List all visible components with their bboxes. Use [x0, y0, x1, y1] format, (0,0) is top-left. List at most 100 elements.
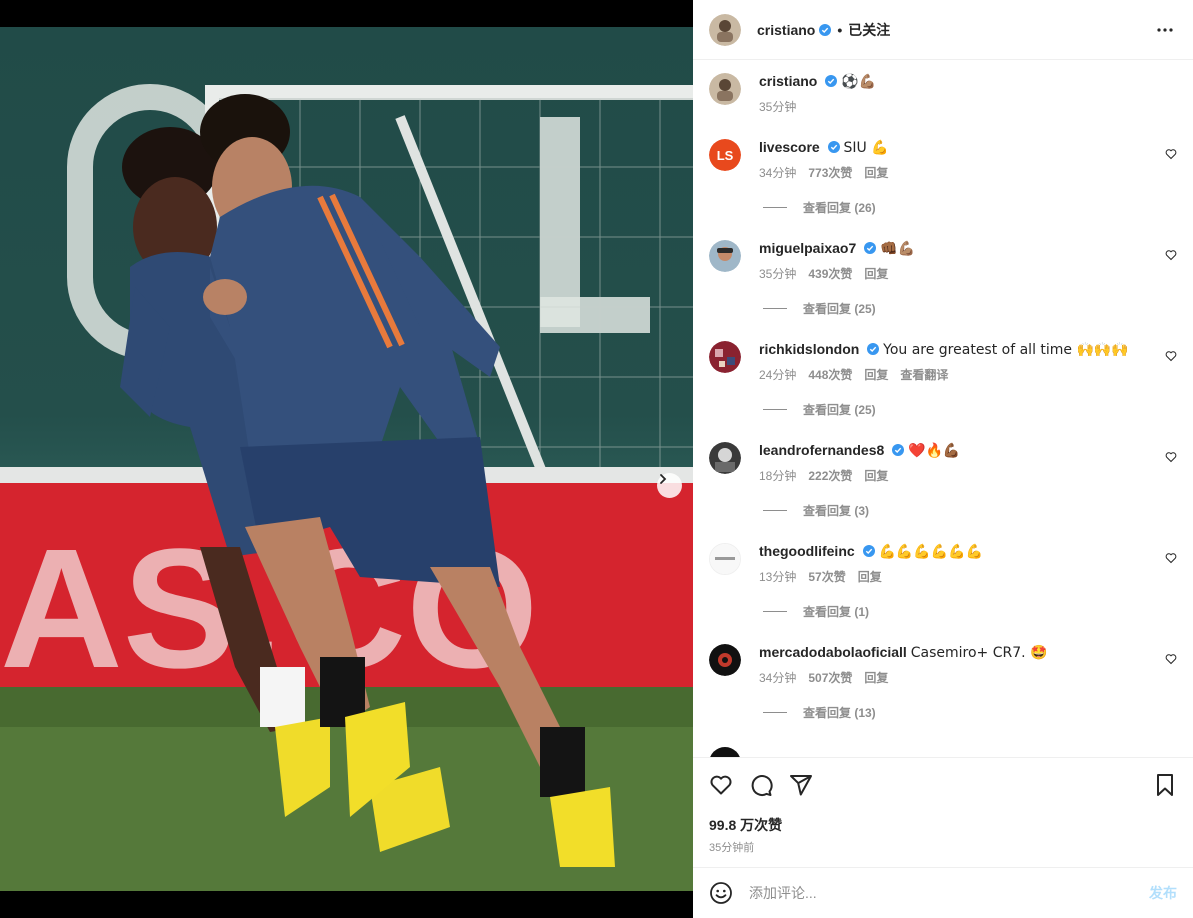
- verified-badge-icon: [825, 75, 838, 87]
- comment-text: 💪💪💪💪💪💪: [878, 544, 984, 560]
- comment-username[interactable]: mercadodabolaoficiall: [759, 644, 907, 660]
- comment-like-heart-icon[interactable]: [1165, 249, 1177, 261]
- comment-item: LS livescore SIU 💪 34分钟 773次赞 回复 查看回复 (2…: [709, 139, 1177, 215]
- comment-avatar[interactable]: [709, 442, 741, 474]
- comment-username[interactable]: richkidslondon: [759, 341, 859, 357]
- comment-avatar[interactable]: [709, 644, 741, 676]
- author-username[interactable]: cristiano: [757, 22, 815, 38]
- caption-time: 35分钟: [759, 100, 797, 114]
- comment-username[interactable]: leandrofernandes8: [759, 442, 884, 458]
- comment-composer: 发布: [693, 867, 1193, 918]
- comment-likes[interactable]: 773次赞: [808, 164, 852, 181]
- caption-avatar[interactable]: [709, 73, 741, 105]
- comments-list[interactable]: cristiano ⚽💪🏽 35分钟 LS livescore SIU 💪 34…: [693, 61, 1193, 757]
- comment-likes[interactable]: 507次赞: [808, 669, 852, 686]
- post-caption: cristiano ⚽💪🏽 35分钟: [709, 73, 876, 115]
- post-actions: 99.8 万次赞 35分钟前: [693, 757, 1193, 867]
- comment-avatar[interactable]: LS: [709, 139, 741, 171]
- post-photo[interactable]: AS.CO: [0, 27, 693, 891]
- comment-text: 👊🏾💪🏽: [880, 241, 915, 257]
- comment-time: 34分钟: [759, 166, 797, 180]
- verified-badge-icon: [867, 343, 880, 355]
- reply-button[interactable]: 回复: [864, 164, 888, 181]
- svg-text:LS: LS: [717, 148, 734, 163]
- next-image-button[interactable]: [657, 473, 682, 498]
- verified-badge-icon: [864, 242, 877, 254]
- user-avatar-image: [709, 341, 741, 373]
- comment-like-heart-icon[interactable]: [1165, 350, 1177, 362]
- comment-time: 35分钟: [759, 267, 797, 281]
- view-replies-button[interactable]: 查看回复 (1): [763, 603, 869, 620]
- verified-badge-icon: [862, 545, 875, 557]
- comment-text: SIU 💪: [843, 140, 889, 156]
- user-avatar-image: [709, 644, 741, 676]
- bookmark-icon[interactable]: [1153, 773, 1177, 797]
- comment-like-heart-icon[interactable]: [1165, 552, 1177, 564]
- post-comment-button[interactable]: 发布: [1149, 883, 1177, 903]
- comment-item: miguelpaixao7 👊🏾💪🏽 35分钟 439次赞 回复 查看回复 (2…: [709, 240, 1177, 316]
- view-replies-button[interactable]: 查看回复 (13): [763, 704, 876, 721]
- comment-username[interactable]: miguelpaixao7: [759, 240, 856, 256]
- comment-text: You are greatest of all time 🙌🙌🙌: [883, 342, 1129, 358]
- user-avatar-image: [709, 442, 741, 474]
- comment-likes[interactable]: 222次赞: [808, 467, 852, 484]
- user-avatar-image: [709, 240, 741, 272]
- post-header: cristiano • 已关注: [693, 0, 1193, 60]
- comment-like-heart-icon[interactable]: [1165, 148, 1177, 160]
- translate-button[interactable]: 查看翻译: [900, 366, 948, 383]
- smiley-icon[interactable]: [709, 881, 733, 905]
- comment-likes[interactable]: 448次赞: [808, 366, 852, 383]
- livescore-logo-icon: LS: [709, 139, 741, 171]
- comment-avatar[interactable]: [709, 240, 741, 272]
- comment-item: leandrofernandes8 ❤️🔥💪🏾 18分钟 222次赞 回复 查看…: [709, 442, 1177, 518]
- header-separator: •: [837, 21, 843, 38]
- follow-status-button[interactable]: 已关注: [848, 20, 890, 40]
- author-avatar-image: [709, 13, 741, 46]
- share-icon[interactable]: [789, 773, 813, 797]
- comment-icon[interactable]: [749, 773, 773, 797]
- more-icon: [1157, 27, 1173, 32]
- comment-avatar-partial: [709, 747, 741, 757]
- comment-like-heart-icon[interactable]: [1165, 653, 1177, 665]
- reply-button[interactable]: 回复: [864, 366, 888, 383]
- comment-item: richkidslondon You are greatest of all t…: [709, 341, 1177, 417]
- likes-count[interactable]: 99.8 万次赞: [709, 815, 782, 835]
- comment-text: ❤️🔥💪🏾: [908, 443, 961, 459]
- comment-avatar[interactable]: [709, 543, 741, 575]
- author-avatar[interactable]: [709, 13, 741, 46]
- comment-username[interactable]: thegoodlifeinc: [759, 543, 855, 559]
- post-time: 35分钟前: [709, 842, 755, 854]
- caption-text: ⚽💪🏽: [841, 74, 877, 90]
- comment-input[interactable]: [749, 885, 1149, 901]
- post-media: AS.CO: [0, 0, 693, 918]
- comment-likes[interactable]: 439次赞: [808, 265, 852, 282]
- view-replies-button[interactable]: 查看回复 (25): [763, 401, 876, 418]
- reply-button[interactable]: 回复: [864, 467, 888, 484]
- more-options-button[interactable]: [1153, 18, 1177, 42]
- comment-text: Casemiro+ CR7. 🤩: [910, 645, 1048, 661]
- comment-username[interactable]: livescore: [759, 139, 820, 155]
- verified-badge-icon: [892, 444, 905, 456]
- verified-badge-icon: [827, 141, 840, 153]
- caption-avatar-image: [709, 73, 741, 105]
- heart-icon[interactable]: [709, 773, 733, 797]
- view-replies-button[interactable]: 查看回复 (25): [763, 300, 876, 317]
- comment-time: 18分钟: [759, 469, 797, 483]
- post-details-panel: cristiano • 已关注 cristiano ⚽💪🏽 35分钟 LS li…: [693, 0, 1193, 918]
- reply-button[interactable]: 回复: [864, 265, 888, 282]
- view-replies-button[interactable]: 查看回复 (3): [763, 502, 869, 519]
- comment-like-heart-icon[interactable]: [1165, 451, 1177, 463]
- chevron-right-icon: [660, 474, 667, 484]
- comment-avatar[interactable]: [709, 341, 741, 373]
- caption-username[interactable]: cristiano: [759, 73, 817, 89]
- comment-likes[interactable]: 57次赞: [808, 568, 845, 585]
- comment-time: 34分钟: [759, 671, 797, 685]
- comment-item: mercadodabolaoficiall Casemiro+ CR7. 🤩 3…: [709, 644, 1177, 720]
- reply-button[interactable]: 回复: [864, 669, 888, 686]
- reply-button[interactable]: 回复: [858, 568, 882, 585]
- view-replies-button[interactable]: 查看回复 (26): [763, 199, 876, 216]
- comment-item: thegoodlifeinc 💪💪💪💪💪💪 13分钟 57次赞 回复 查看回复 …: [709, 543, 1177, 619]
- verified-badge-icon: [819, 23, 832, 36]
- photo-illustration: AS.CO: [0, 84, 693, 891]
- user-avatar-image: [710, 544, 740, 574]
